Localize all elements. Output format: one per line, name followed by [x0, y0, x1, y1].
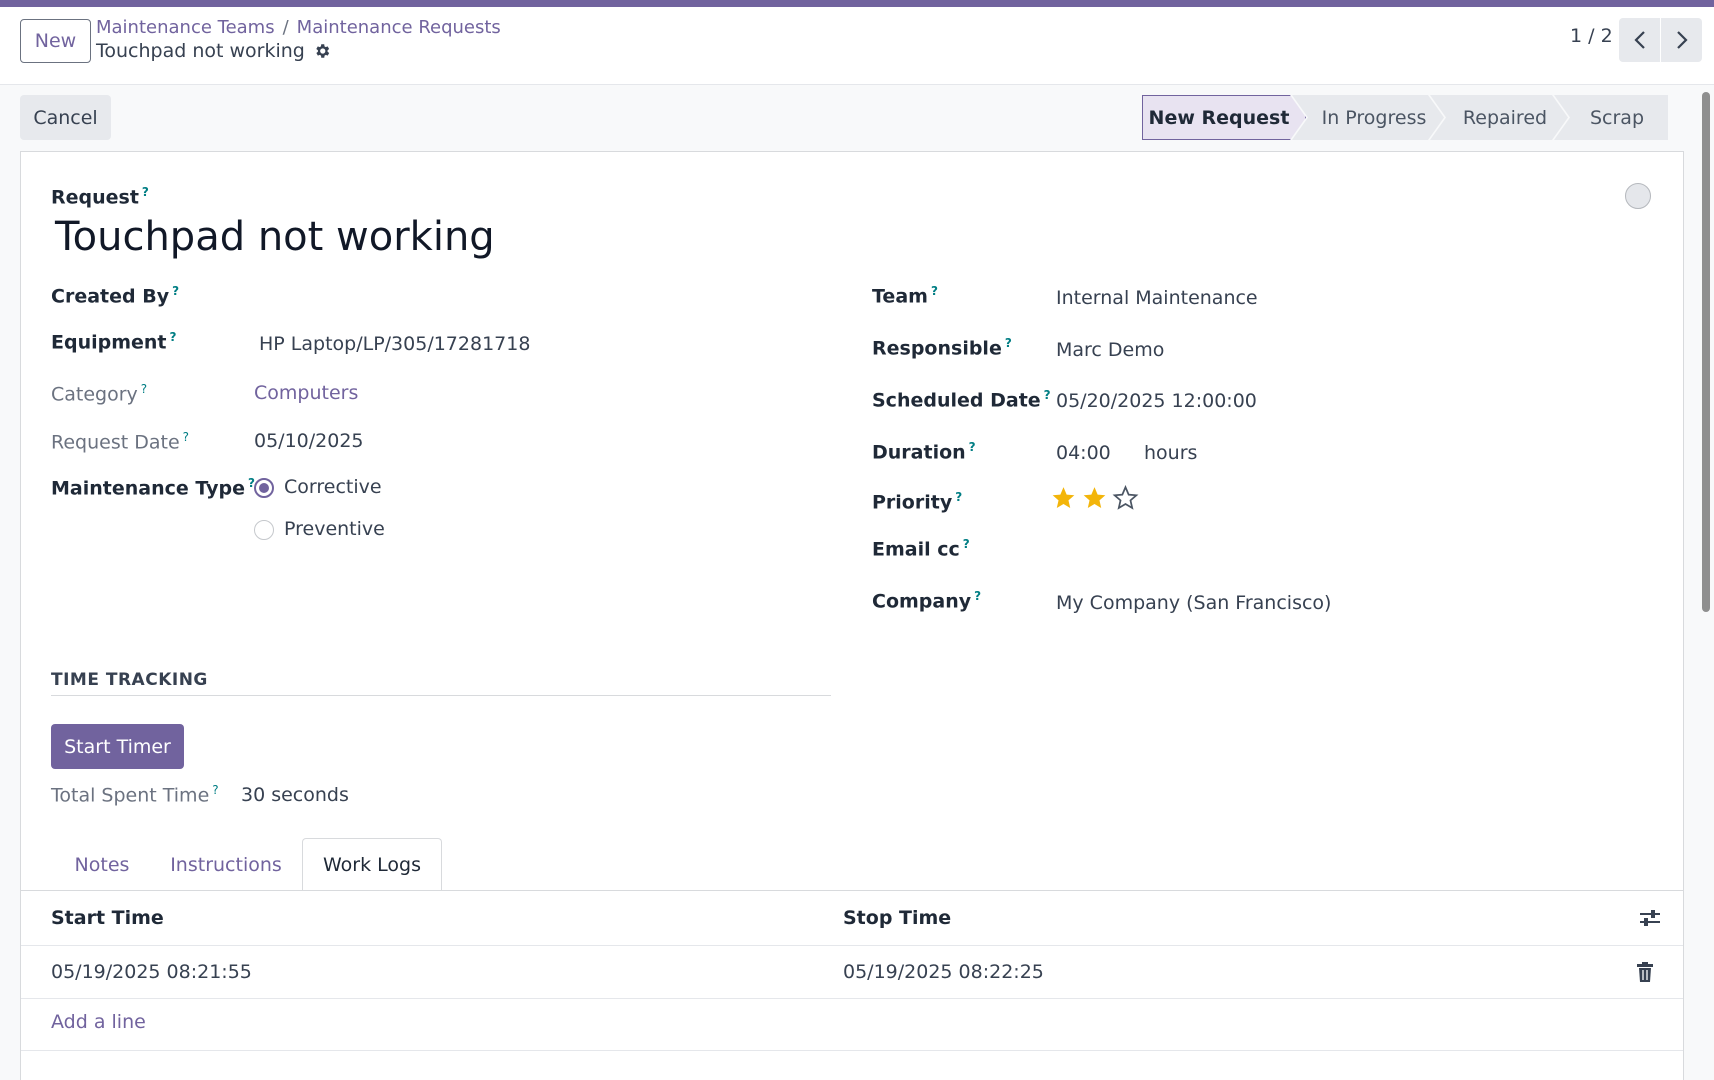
column-start-time[interactable]: Start Time — [51, 907, 164, 929]
equipment-label: Equipment? — [51, 330, 177, 354]
add-line-link[interactable]: Add a line — [51, 1011, 146, 1033]
total-spent-time-value: 30 seconds — [241, 784, 349, 806]
radio-preventive-label[interactable]: Preventive — [284, 518, 385, 540]
duration-field[interactable]: 04:00 — [1056, 442, 1111, 464]
priority-stars — [1050, 485, 1139, 511]
chevron-right-icon — [1676, 31, 1688, 49]
new-button[interactable]: New — [20, 19, 91, 63]
scheduled-date-label: Scheduled Date? — [872, 388, 1051, 412]
help-icon[interactable]: ? — [1005, 336, 1012, 350]
gear-icon[interactable] — [313, 42, 331, 60]
category-link[interactable]: Computers — [254, 382, 358, 404]
duration-label: Duration? — [872, 440, 976, 464]
record-title-text: Touchpad not working — [96, 40, 305, 62]
help-icon[interactable]: ? — [172, 284, 179, 298]
stage-in-progress[interactable]: In Progress — [1292, 95, 1444, 140]
responsible-label: Responsible? — [872, 336, 1012, 360]
breadcrumb: Maintenance Teams / Maintenance Requests — [96, 17, 501, 38]
request-title-field[interactable]: Touchpad not working — [55, 214, 495, 260]
chevron-left-icon — [1633, 31, 1645, 49]
record-title: Touchpad not working — [96, 40, 331, 62]
company-field[interactable]: My Company (San Francisco) — [1056, 592, 1331, 614]
equipment-field[interactable]: HP Laptop/LP/305/17281718 — [259, 333, 530, 355]
team-label: Team? — [872, 284, 938, 308]
created-by-label: Created By? — [51, 284, 180, 308]
stage-repaired[interactable]: Repaired — [1430, 95, 1568, 140]
pager-next-button[interactable] — [1661, 18, 1702, 62]
start-timer-button[interactable]: Start Timer — [51, 724, 184, 769]
radio-corrective[interactable] — [254, 478, 274, 498]
cancel-button[interactable]: Cancel — [20, 95, 111, 140]
radio-corrective-label[interactable]: Corrective — [284, 476, 382, 498]
scrollbar[interactable] — [1702, 92, 1710, 612]
kanban-state-indicator[interactable] — [1625, 183, 1651, 209]
breadcrumb-maintenance-requests[interactable]: Maintenance Requests — [297, 17, 501, 38]
star-icon[interactable] — [1112, 485, 1139, 511]
tab-notes[interactable]: Notes — [51, 838, 153, 891]
company-label: Company? — [872, 589, 982, 613]
request-date-label: Request Date? — [51, 430, 190, 454]
radio-preventive[interactable] — [254, 520, 274, 540]
section-divider — [51, 695, 831, 696]
table-divider — [21, 945, 1683, 946]
help-icon[interactable]: ? — [142, 185, 149, 199]
control-panel: New Maintenance Teams / Maintenance Reques… — [0, 7, 1714, 85]
status-bar: New Request In Progress Repaired Scrap — [1142, 95, 1668, 140]
column-settings-icon[interactable] — [1639, 908, 1661, 928]
star-icon[interactable] — [1050, 485, 1077, 511]
star-icon[interactable] — [1081, 485, 1108, 511]
help-icon[interactable]: ? — [141, 382, 147, 396]
category-label: Category? — [51, 382, 148, 406]
help-icon[interactable]: ? — [963, 537, 970, 551]
table-divider — [21, 1050, 1683, 1051]
stage-label: Scrap — [1589, 106, 1645, 129]
breadcrumb-separator: / — [282, 17, 289, 38]
total-spent-time-label: Total Spent Time? — [51, 783, 219, 807]
top-accent-bar — [0, 0, 1714, 7]
stage-new-request[interactable]: New Request — [1142, 95, 1306, 140]
breadcrumb-maintenance-teams[interactable]: Maintenance Teams — [96, 17, 275, 38]
help-icon[interactable]: ? — [974, 589, 981, 603]
stop-time-cell[interactable]: 05/19/2025 08:22:25 — [843, 961, 1044, 983]
responsible-field[interactable]: Marc Demo — [1056, 339, 1164, 361]
stage-scrap[interactable]: Scrap — [1554, 95, 1668, 140]
help-icon[interactable]: ? — [931, 284, 938, 298]
stage-label: In Progress — [1321, 106, 1427, 129]
tab-instructions[interactable]: Instructions — [160, 838, 292, 891]
trash-icon[interactable] — [1637, 962, 1653, 982]
tab-divider — [21, 890, 1683, 891]
stage-label: New Request — [1148, 106, 1290, 129]
help-icon[interactable]: ? — [969, 440, 976, 454]
column-stop-time[interactable]: Stop Time — [843, 907, 951, 929]
scheduled-date-field[interactable]: 05/20/2025 12:00:00 — [1056, 390, 1257, 412]
request-label: Request? — [51, 185, 149, 209]
created-by-field[interactable] — [254, 284, 814, 310]
tab-work-logs[interactable]: Work Logs — [302, 838, 442, 891]
help-icon[interactable]: ? — [1044, 388, 1051, 402]
help-icon[interactable]: ? — [170, 330, 177, 344]
help-icon[interactable]: ? — [955, 490, 962, 504]
pager-previous-button[interactable] — [1619, 18, 1660, 62]
table-divider — [21, 998, 1683, 999]
email-cc-label: Email cc? — [872, 537, 970, 561]
team-field[interactable]: Internal Maintenance — [1056, 287, 1258, 309]
duration-unit: hours — [1144, 442, 1198, 464]
pager-value[interactable]: 1 / 2 — [1570, 25, 1613, 47]
time-tracking-title: TIME TRACKING — [51, 670, 208, 690]
priority-label: Priority? — [872, 490, 963, 514]
start-time-cell[interactable]: 05/19/2025 08:21:55 — [51, 961, 252, 983]
maintenance-type-label: Maintenance Type? — [51, 476, 255, 500]
email-cc-field[interactable] — [1056, 537, 1656, 563]
help-icon[interactable]: ? — [183, 430, 189, 444]
stage-label: Repaired — [1462, 106, 1548, 129]
request-date-value: 05/10/2025 — [254, 430, 364, 452]
help-icon[interactable]: ? — [212, 783, 218, 797]
